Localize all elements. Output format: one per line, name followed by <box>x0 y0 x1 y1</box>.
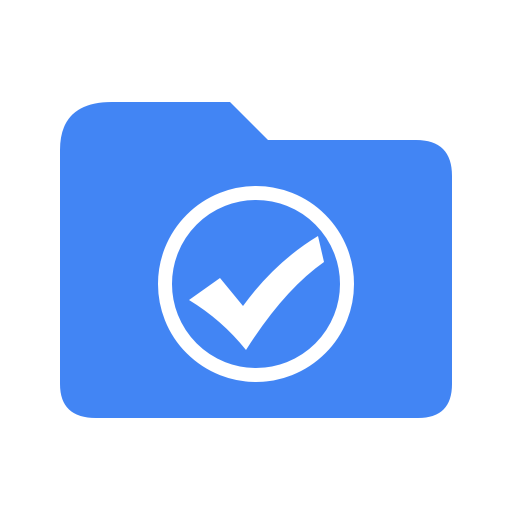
folder-check-icon <box>60 102 452 418</box>
app-icon <box>0 0 512 512</box>
